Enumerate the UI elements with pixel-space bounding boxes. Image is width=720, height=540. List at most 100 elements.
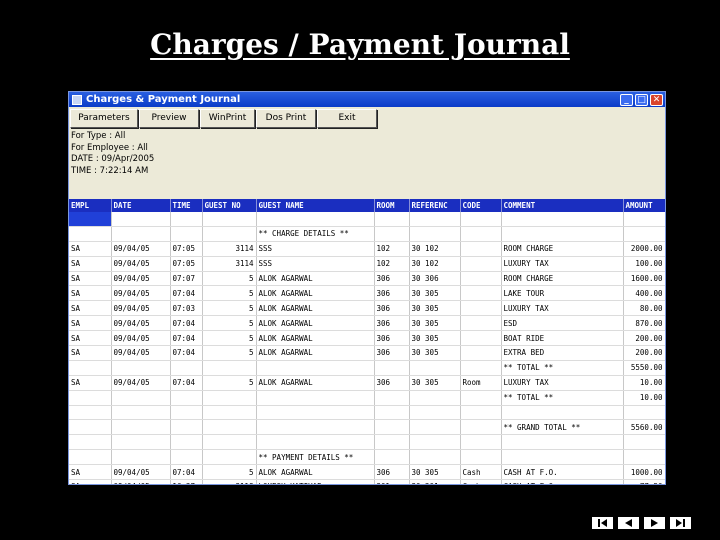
table-cell[interactable] — [460, 405, 502, 421]
table-cell[interactable]: 100.00 — [623, 256, 665, 272]
table-cell[interactable] — [202, 390, 257, 406]
table-cell[interactable]: SA — [69, 464, 112, 481]
table-cell[interactable] — [501, 434, 624, 451]
table-cell[interactable]: 1000.00 — [623, 464, 665, 481]
table-cell[interactable]: Cash — [460, 464, 502, 481]
table-cell[interactable] — [623, 226, 665, 242]
table-cell[interactable]: SA — [69, 285, 112, 302]
table-cell[interactable]: ALOK AGARWAL — [256, 315, 375, 332]
table-cell[interactable] — [69, 212, 112, 227]
table-cell[interactable]: LUXURY TAX — [501, 300, 624, 317]
table-cell[interactable] — [460, 434, 502, 451]
table-cell[interactable] — [202, 360, 257, 376]
table-row[interactable]: SA 09/04/05 07:05 3114 SSS 102 30 102 ROOM CHAR… — [69, 241, 665, 257]
table-cell[interactable] — [69, 390, 112, 406]
table-cell[interactable] — [256, 405, 375, 421]
table-cell[interactable] — [111, 390, 171, 406]
table-cell[interactable]: 30 305 — [409, 285, 461, 302]
table-cell[interactable] — [501, 405, 624, 421]
table-cell[interactable]: 306 — [374, 300, 410, 317]
parameters-button[interactable]: Parameters — [70, 108, 138, 128]
table-cell[interactable] — [256, 390, 375, 406]
table-cell[interactable]: SA — [69, 330, 112, 347]
table-cell[interactable] — [623, 434, 665, 451]
table-cell[interactable] — [202, 434, 257, 451]
table-cell[interactable] — [111, 226, 171, 242]
table-row[interactable]: SA 09/04/05 07:04 5 ALOK AGARWAL 306 30 305 ESD… — [69, 315, 665, 332]
column-header[interactable]: EMPL — [69, 199, 112, 212]
table-cell[interactable]: ALOK AGARWAL — [256, 271, 375, 287]
last-slide-icon[interactable] — [670, 517, 691, 529]
table-cell[interactable]: 3118 — [202, 479, 257, 484]
table-cell[interactable] — [256, 360, 375, 376]
table-cell[interactable]: 30 305 — [409, 375, 461, 391]
table-row[interactable] — [69, 434, 665, 451]
table-cell[interactable] — [111, 449, 171, 466]
table-cell[interactable]: ALOK AGARWAL — [256, 375, 375, 391]
table-cell[interactable] — [374, 419, 410, 436]
maximize-button[interactable]: □ — [635, 93, 648, 106]
table-cell[interactable]: 5 — [202, 315, 257, 332]
table-row[interactable]: SA 09/04/05 07:04 5 ALOK AGARWAL 306 30 305 Roo… — [69, 375, 665, 391]
table-row[interactable] — [69, 212, 665, 227]
first-slide-icon[interactable] — [592, 517, 613, 529]
table-cell[interactable]: 5 — [202, 330, 257, 347]
table-row[interactable] — [69, 405, 665, 421]
table-cell[interactable]: Room — [460, 375, 502, 391]
table-cell[interactable]: LUXURY TAX — [501, 375, 624, 391]
table-cell[interactable]: ** GRAND TOTAL ** — [501, 419, 624, 436]
table-row[interactable]: SA 09/04/05 07:04 5 ALOK AGARWAL 306 30 305 LAK… — [69, 285, 665, 302]
table-cell[interactable] — [170, 212, 203, 227]
column-header[interactable]: ROOM — [374, 199, 410, 212]
table-cell[interactable]: ** CHARGE DETAILS ** — [256, 226, 375, 242]
table-cell[interactable] — [501, 449, 624, 466]
table-cell[interactable] — [69, 226, 112, 242]
table-cell[interactable]: 5 — [202, 300, 257, 317]
table-cell[interactable] — [111, 434, 171, 451]
table-cell[interactable]: 07:04 — [170, 285, 203, 302]
table-cell[interactable]: 09/04/05 — [111, 271, 171, 287]
table-cell[interactable] — [69, 405, 112, 421]
table-cell[interactable]: 306 — [374, 271, 410, 287]
column-header[interactable]: GUEST NAME — [256, 199, 375, 212]
table-cell[interactable]: 5 — [202, 375, 257, 391]
table-cell[interactable] — [202, 449, 257, 466]
table-cell[interactable]: 07:04 — [170, 330, 203, 347]
dosprint-button[interactable]: Dos Print — [256, 108, 316, 128]
table-cell[interactable]: ALOK AGARWAL — [256, 285, 375, 302]
table-cell[interactable]: 5 — [202, 464, 257, 481]
table-cell[interactable]: 30 305 — [409, 464, 461, 481]
table-cell[interactable] — [69, 434, 112, 451]
table-cell[interactable]: ALOK AGARWAL — [256, 300, 375, 317]
table-cell[interactable]: 07:07 — [170, 271, 203, 287]
table-cell[interactable]: 2000.00 — [623, 241, 665, 257]
table-cell[interactable]: 306 — [374, 375, 410, 391]
table-cell[interactable]: 09/04/05 — [111, 300, 171, 317]
table-cell[interactable]: 09/04/05 — [111, 315, 171, 332]
table-cell[interactable] — [460, 212, 502, 227]
table-cell[interactable]: SA — [69, 479, 112, 484]
winprint-button[interactable]: WinPrint — [200, 108, 255, 128]
table-cell[interactable] — [460, 300, 502, 317]
table-cell[interactable]: 30 305 — [409, 330, 461, 347]
table-cell[interactable]: 201 — [374, 479, 410, 484]
table-cell[interactable]: SA — [69, 256, 112, 272]
table-cell[interactable] — [374, 226, 410, 242]
table-row[interactable]: ** TOTAL ** 10.00 — [69, 390, 665, 406]
table-cell[interactable] — [460, 419, 502, 436]
table-cell[interactable] — [460, 241, 502, 257]
table-cell[interactable]: 09/04/05 — [111, 256, 171, 272]
table-cell[interactable] — [409, 405, 461, 421]
table-cell[interactable]: SA — [69, 271, 112, 287]
table-cell[interactable]: SA — [69, 375, 112, 391]
table-cell[interactable]: Cash — [460, 479, 502, 484]
table-cell[interactable]: ROOM CHARGE — [501, 271, 624, 287]
table-cell[interactable] — [374, 434, 410, 451]
exit-button[interactable]: Exit — [317, 108, 377, 128]
table-cell[interactable] — [460, 449, 502, 466]
column-header[interactable]: CODE — [460, 199, 502, 212]
table-cell[interactable]: ** TOTAL ** — [501, 360, 624, 376]
table-row[interactable]: SA 09/04/05 07:07 5 ALOK AGARWAL 306 30 306 ROO… — [69, 271, 665, 287]
close-button[interactable]: ✕ — [650, 93, 663, 106]
column-header[interactable]: REFERENC — [409, 199, 461, 212]
